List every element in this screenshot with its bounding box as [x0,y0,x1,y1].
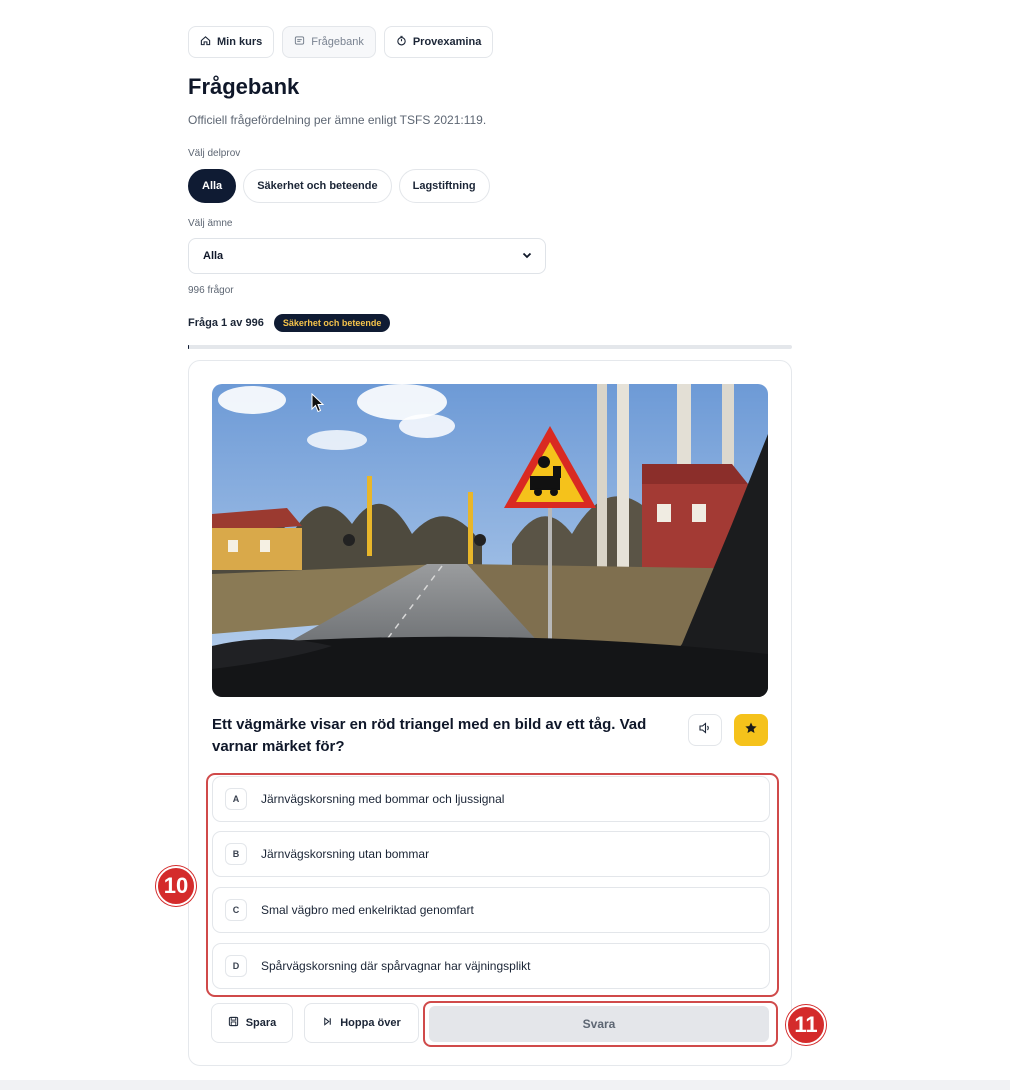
mouse-cursor-icon [311,392,325,418]
top-nav: Min kurs Frågebank Provexamina [188,26,494,58]
category-badge: Säkerhet och beteende [273,314,391,332]
nav-question-bank-button[interactable]: Frågebank [282,26,376,58]
question-counter: Fråga 1 av 996 [188,317,264,329]
nav-practice-exams-label: Provexamina [412,36,482,48]
save-button-label: Spara [245,1017,277,1029]
bank-icon [294,35,305,49]
nav-my-course-label: Min kurs [217,36,263,48]
skip-icon [322,1016,333,1030]
read-aloud-button[interactable] [688,714,722,746]
answer-option-d[interactable]: D Spårvägskorsning där spårvagnar har vä… [212,943,770,989]
answer-letter: D [225,955,247,977]
question-text: Ett vägmärke visar en röd triangel med e… [212,716,647,755]
question-total: 996 frågor [188,285,234,296]
subtest-chips: Alla Säkerhet och beteende Lagstiftning [188,169,490,203]
star-icon [744,721,758,740]
answer-letter: B [225,843,247,865]
favorite-button[interactable] [734,714,768,746]
nav-my-course-button[interactable]: Min kurs [188,26,275,58]
question-image [212,384,768,697]
subject-select-value: Alla [203,250,224,262]
chip-legislation[interactable]: Lagstiftning [398,169,490,203]
chip-all[interactable]: Alla [188,169,237,203]
save-button[interactable]: Spara [211,1003,293,1043]
answer-option-a[interactable]: A Järnvägskorsning med bommar och ljussi… [212,776,770,822]
page-title: Frågebank [188,74,300,99]
answer-text: Smal vägbro med enkelriktad genomfart [261,903,474,917]
question-meta: Fråga 1 av 996 Säkerhet och beteende [188,314,391,332]
save-icon [228,1016,239,1030]
answer-option-c[interactable]: C Smal vägbro med enkelriktad genomfart [212,887,770,933]
subject-select[interactable]: Alla [188,238,546,274]
answer-text: Spårvägskorsning där spårvagnar har väjn… [261,959,531,973]
nav-practice-exams-button[interactable]: Provexamina [383,26,494,58]
skip-button[interactable]: Hoppa över [304,1003,419,1043]
subject-label: Välj ämne [188,218,233,229]
skip-button-label: Hoppa över [340,1017,401,1029]
answer-letter: A [225,788,247,810]
answer-text: Järnvägskorsning med bommar och ljussign… [261,792,505,806]
subtest-label: Välj delprov [188,148,241,159]
bottom-bar [0,1080,1010,1090]
progress-bar [188,345,792,349]
chip-safety-behavior[interactable]: Säkerhet och beteende [243,169,392,203]
page-subtitle: Officiell frågefördelning per ämne enlig… [188,113,487,127]
answer-letter: C [225,899,247,921]
annotation-marker-submit: 11 [786,1005,826,1045]
speaker-icon [698,721,712,740]
chevron-down-icon [521,249,533,264]
answer-option-b[interactable]: B Järnvägskorsning utan bommar [212,831,770,877]
nav-question-bank-label: Frågebank [311,36,364,48]
timer-icon [396,35,407,49]
home-icon [200,35,211,49]
submit-answer-button[interactable]: Svara [429,1006,769,1042]
progress-fill [188,345,189,349]
annotation-marker-answers: 10 [156,866,196,906]
answer-text: Järnvägskorsning utan bommar [261,847,430,861]
